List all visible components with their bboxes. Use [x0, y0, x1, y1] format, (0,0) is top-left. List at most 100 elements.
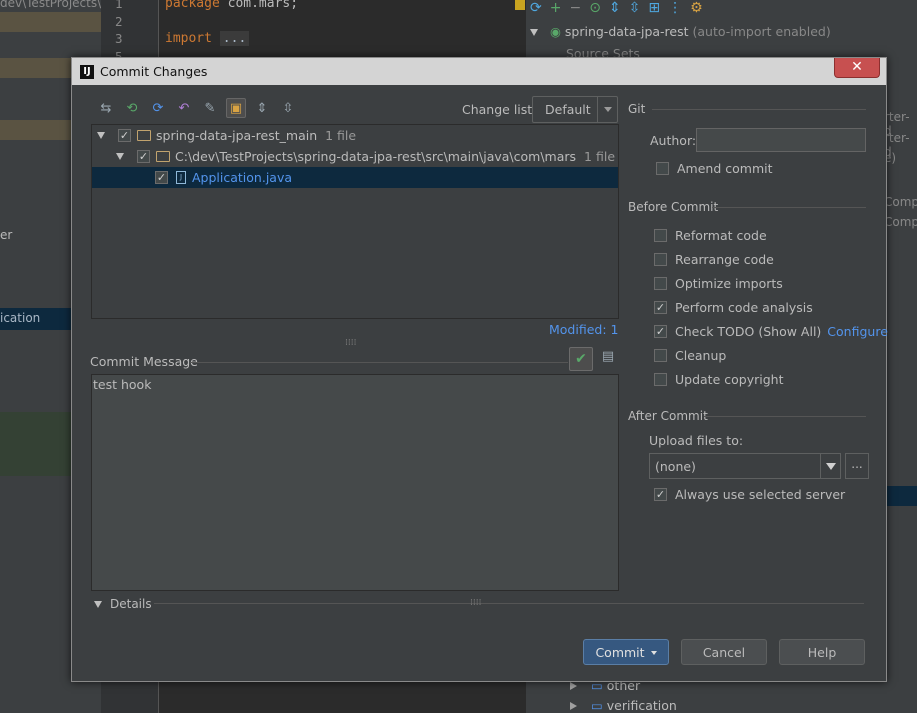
expanded-arrow-icon[interactable]	[94, 600, 102, 608]
message-history-icon[interactable]: ▤	[598, 349, 618, 369]
dialog-titlebar[interactable]: IJ Commit Changes ✕	[72, 58, 886, 85]
splitter-handle[interactable]: ⁞⁞⁞⁞	[470, 598, 481, 608]
upload-server-dropdown[interactable]: (none)	[649, 453, 841, 479]
tree-node-verification[interactable]: ▭ verification	[570, 698, 677, 713]
option-update-copyright[interactable]: Update copyright	[654, 372, 783, 387]
java-file-icon: J	[176, 171, 186, 184]
toggle-icon[interactable]: ⋮	[668, 0, 682, 18]
add-icon[interactable]: +	[550, 0, 562, 18]
warning-marker-icon[interactable]	[515, 0, 525, 10]
commit-label: Commit	[595, 644, 645, 660]
collapse-icon[interactable]: ⇳	[629, 0, 641, 18]
cleanup-checkbox[interactable]	[654, 349, 667, 362]
code-text: com.mars;	[219, 0, 299, 11]
collapsed-arrow-icon[interactable]	[570, 682, 577, 690]
option-optimize-imports[interactable]: Optimize imports	[654, 276, 783, 291]
changes-tree[interactable]: ✓ spring-data-jpa-rest_main 1 file ✓ C:\…	[91, 124, 619, 319]
path-fragment: dev\TestProjects\s	[0, 0, 101, 10]
group-by-directory-icon[interactable]: ▣	[226, 98, 246, 118]
amend-commit-checkbox[interactable]	[656, 162, 669, 175]
gradle-toolbar: ⟳ + − ⊙ ⇕ ⇳ ⊞ ⋮ ⚙	[530, 0, 703, 18]
option-label: Always use selected server	[675, 487, 846, 502]
divider	[154, 603, 864, 604]
option-cleanup[interactable]: Cleanup	[654, 348, 726, 363]
commit-changes-dialog: IJ Commit Changes ✕ ⇆ ⟲ ⟳ ↶ ✎ ▣ ⇕ ⇳ Chan…	[71, 57, 888, 682]
tree-row-file[interactable]: ✓ J Application.java	[92, 167, 618, 188]
folder-icon	[156, 151, 170, 162]
refresh-changes-icon[interactable]: ⟲	[122, 98, 142, 118]
option-perform-code-analysis[interactable]: ✓ Perform code analysis	[654, 300, 813, 315]
chevron-down-icon	[650, 651, 657, 655]
details-toggle[interactable]: Details	[94, 597, 152, 611]
close-button[interactable]: ✕	[834, 58, 880, 78]
upload-server-value: (none)	[655, 458, 696, 474]
refresh-icon[interactable]: ⟳	[530, 0, 542, 18]
folder-checkbox[interactable]: ✓	[137, 150, 150, 163]
commit-message-label: Commit Message	[90, 354, 198, 369]
commit-button[interactable]: Commit	[583, 639, 669, 665]
changelist-value: Default	[545, 102, 591, 117]
intellij-logo-icon: IJ	[80, 64, 94, 79]
tree-label-fragment[interactable]: er	[0, 228, 12, 242]
option-reformat-code[interactable]: Reformat code	[654, 228, 767, 243]
option-label: Update copyright	[675, 372, 784, 387]
spellcheck-icon[interactable]: ✔	[569, 347, 593, 371]
expand-icon[interactable]: ⇕	[609, 0, 621, 18]
file-label: Application.java	[192, 170, 293, 185]
expanded-arrow-icon[interactable]	[116, 153, 124, 160]
always-use-server-checkbox[interactable]: ✓	[654, 488, 667, 501]
upload-files-label: Upload files to:	[649, 433, 744, 448]
expand-all-icon[interactable]: ⇕	[252, 98, 272, 118]
help-button[interactable]: Help	[779, 639, 865, 665]
expanded-arrow-icon[interactable]	[530, 29, 538, 36]
remove-icon[interactable]: −	[569, 0, 581, 18]
option-label: Check TODO (Show All)	[675, 324, 822, 339]
divider	[190, 362, 568, 363]
option-check-todo[interactable]: ✓ Check TODO (Show All) Configure	[654, 324, 888, 339]
perform-code-analysis-checkbox[interactable]: ✓	[654, 301, 667, 314]
settings-icon[interactable]: ⚙	[690, 0, 703, 18]
highlight-row	[0, 12, 101, 32]
node-label: verification	[606, 698, 677, 713]
chevron-down-icon[interactable]	[597, 97, 617, 122]
amend-commit-option[interactable]: Amend commit	[656, 161, 773, 176]
collapsed-arrow-icon[interactable]	[570, 702, 577, 710]
option-always-use-server[interactable]: ✓ Always use selected server	[654, 487, 845, 502]
check-todo-checkbox[interactable]: ✓	[654, 325, 667, 338]
configure-link[interactable]: Configure	[827, 324, 888, 339]
gradle-icon: ◉	[549, 24, 561, 39]
option-rearrange-code[interactable]: Rearrange code	[654, 252, 774, 267]
browse-servers-button[interactable]: ...	[845, 453, 869, 479]
edit-source-icon[interactable]: ✎	[200, 98, 220, 118]
modified-count: Modified: 1	[549, 322, 619, 337]
folded-code[interactable]: ...	[219, 31, 250, 46]
tree-row-folder[interactable]: ✓ C:\dev\TestProjects\spring-data-jpa-re…	[92, 146, 618, 167]
module-label: spring-data-jpa-rest_main	[156, 128, 318, 143]
rearrange-code-checkbox[interactable]	[654, 253, 667, 266]
diff-icon[interactable]: ⇆	[96, 98, 116, 118]
reformat-code-checkbox[interactable]	[654, 229, 667, 242]
commit-message-input[interactable]: test hook	[91, 374, 619, 591]
collapse-all-icon[interactable]: ⇳	[278, 98, 298, 118]
tree-row-module[interactable]: ✓ spring-data-jpa-rest_main 1 file	[92, 125, 618, 146]
after-commit-section-title: After Commit	[628, 409, 708, 423]
file-checkbox[interactable]: ✓	[155, 171, 168, 184]
move-changelist-icon[interactable]: ⟳	[148, 98, 168, 118]
revert-icon[interactable]: ↶	[174, 98, 194, 118]
gradle-root-node[interactable]: ◉ spring-data-jpa-rest (auto-import enab…	[530, 24, 831, 39]
module-checkbox[interactable]: ✓	[118, 129, 131, 142]
expanded-arrow-icon[interactable]	[97, 132, 105, 139]
module-folder-icon	[137, 130, 151, 141]
link-icon[interactable]: ⊞	[648, 0, 660, 18]
cancel-button[interactable]: Cancel	[681, 639, 767, 665]
chevron-down-icon[interactable]	[820, 454, 840, 478]
execute-icon[interactable]: ⊙	[589, 0, 601, 18]
author-input[interactable]	[696, 128, 866, 152]
line-number: 3	[115, 31, 123, 46]
changelist-dropdown[interactable]: Default	[532, 96, 618, 123]
changelist-label: Change list:	[462, 102, 537, 117]
option-label: Perform code analysis	[675, 300, 813, 315]
splitter-handle[interactable]: ⁞⁞⁞⁞	[345, 338, 356, 348]
optimize-imports-checkbox[interactable]	[654, 277, 667, 290]
update-copyright-checkbox[interactable]	[654, 373, 667, 386]
